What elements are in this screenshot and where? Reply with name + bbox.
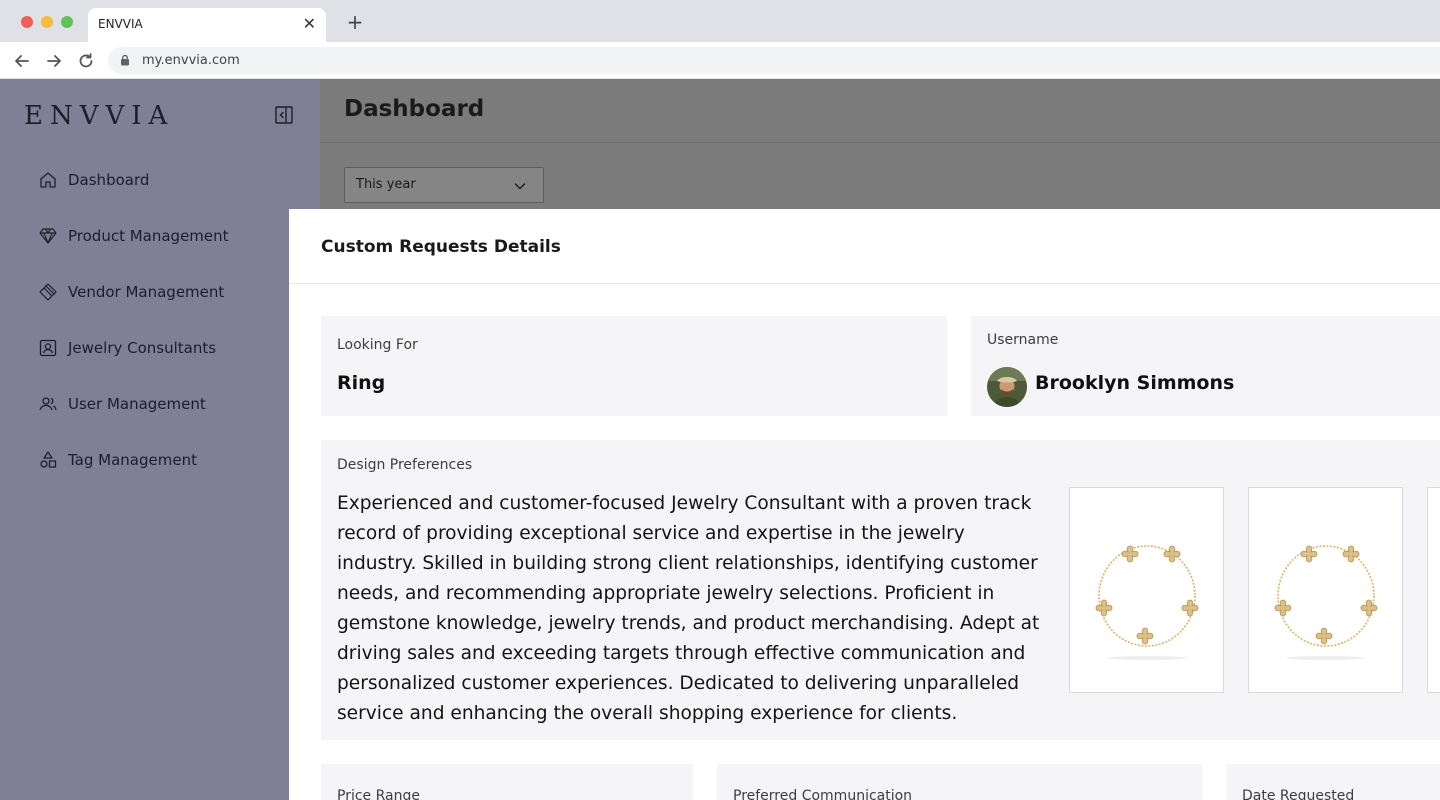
bracelet-image (1274, 545, 1378, 660)
address-bar: my.envvia.com (0, 42, 1440, 79)
sidebar-item-label: Tag Management (68, 451, 197, 469)
price-range-label: Price Range (337, 788, 420, 800)
username-value: Brooklyn Simmons (1035, 372, 1235, 394)
username-label: Username (987, 332, 1059, 348)
browser-tab-bar: ENVVIA ✕ + (0, 0, 1440, 42)
looking-for-value: Ring (337, 372, 386, 394)
preferred-communication-card: Preferred Communication (717, 764, 1202, 800)
sidebar-item-vendor-management[interactable]: Vendor Management (38, 280, 298, 304)
sidebar-item-dashboard[interactable]: Dashboard (38, 168, 298, 192)
sidebar-item-label: Vendor Management (68, 283, 225, 301)
browser-tab[interactable]: ENVVIA ✕ (88, 8, 326, 42)
custom-request-modal: Custom Requests Details Looking For Ring… (289, 209, 1440, 800)
diamond-icon (39, 228, 57, 244)
period-select-value: This year (356, 177, 416, 192)
sidebar-item-label: User Management (68, 395, 206, 413)
window-minimize-button[interactable] (41, 16, 53, 28)
sidebar-item-label: Product Management (68, 227, 229, 245)
sidebar-item-tag-management[interactable]: Tag Management (38, 448, 298, 472)
window-maximize-button[interactable] (61, 16, 73, 28)
reload-icon[interactable] (76, 51, 96, 71)
design-preferences-card: Design Preferences Experienced and custo… (321, 440, 1440, 740)
tab-close-icon[interactable]: ✕ (303, 15, 316, 33)
sidebar-item-label: Jewelry Consultants (68, 339, 217, 357)
avatar (987, 367, 1027, 407)
envvia-logo: ENVVIA (24, 101, 175, 131)
id-card-icon (39, 339, 57, 357)
main-header: Dashboard (320, 79, 1440, 143)
sidebar-collapse-icon[interactable] (275, 106, 293, 124)
price-range-card: Price Range (321, 764, 693, 800)
modal-title: Custom Requests Details (321, 237, 561, 257)
design-image-thumbnail[interactable] (1069, 487, 1224, 693)
tag-stack-icon (39, 283, 57, 301)
looking-for-label: Looking For (337, 337, 418, 353)
back-arrow-icon[interactable] (12, 51, 32, 71)
window-close-button[interactable] (21, 16, 33, 28)
users-icon (39, 397, 57, 411)
lock-icon (121, 54, 129, 66)
sidebar-item-label: Dashboard (68, 171, 150, 189)
date-requested-card: Date Requested (1226, 764, 1440, 800)
username-card: Username Brooklyn Simmons (971, 316, 1440, 416)
design-preferences-text: Experienced and customer-focused Jewelry… (337, 493, 1040, 724)
home-icon (40, 172, 56, 188)
design-image-thumbnail[interactable] (1248, 487, 1403, 693)
shapes-icon (40, 451, 57, 468)
new-tab-button[interactable]: + (345, 12, 365, 32)
looking-for-card: Looking For Ring (321, 316, 947, 416)
design-image-thumbnail[interactable] (1427, 487, 1440, 693)
modal-divider (289, 283, 1440, 284)
period-select[interactable]: This year (344, 167, 544, 203)
url-input[interactable]: my.envvia.com (108, 47, 1440, 74)
chevron-down-icon (514, 183, 526, 190)
sidebar-item-jewelry-consultants[interactable]: Jewelry Consultants (38, 336, 298, 360)
design-preferences-label: Design Preferences (337, 457, 473, 473)
sidebar: ENVVIA Dashboard Product Management Vend… (0, 79, 320, 800)
bracelet-image (1095, 545, 1199, 660)
preferred-communication-label: Preferred Communication (733, 788, 913, 800)
tab-title: ENVVIA (98, 17, 143, 31)
date-requested-label: Date Requested (1242, 788, 1355, 800)
page-title: Dashboard (344, 96, 485, 122)
forward-arrow-icon[interactable] (44, 51, 64, 71)
url-text: my.envvia.com (142, 53, 240, 68)
sidebar-item-product-management[interactable]: Product Management (38, 224, 298, 248)
sidebar-item-user-management[interactable]: User Management (38, 392, 298, 416)
